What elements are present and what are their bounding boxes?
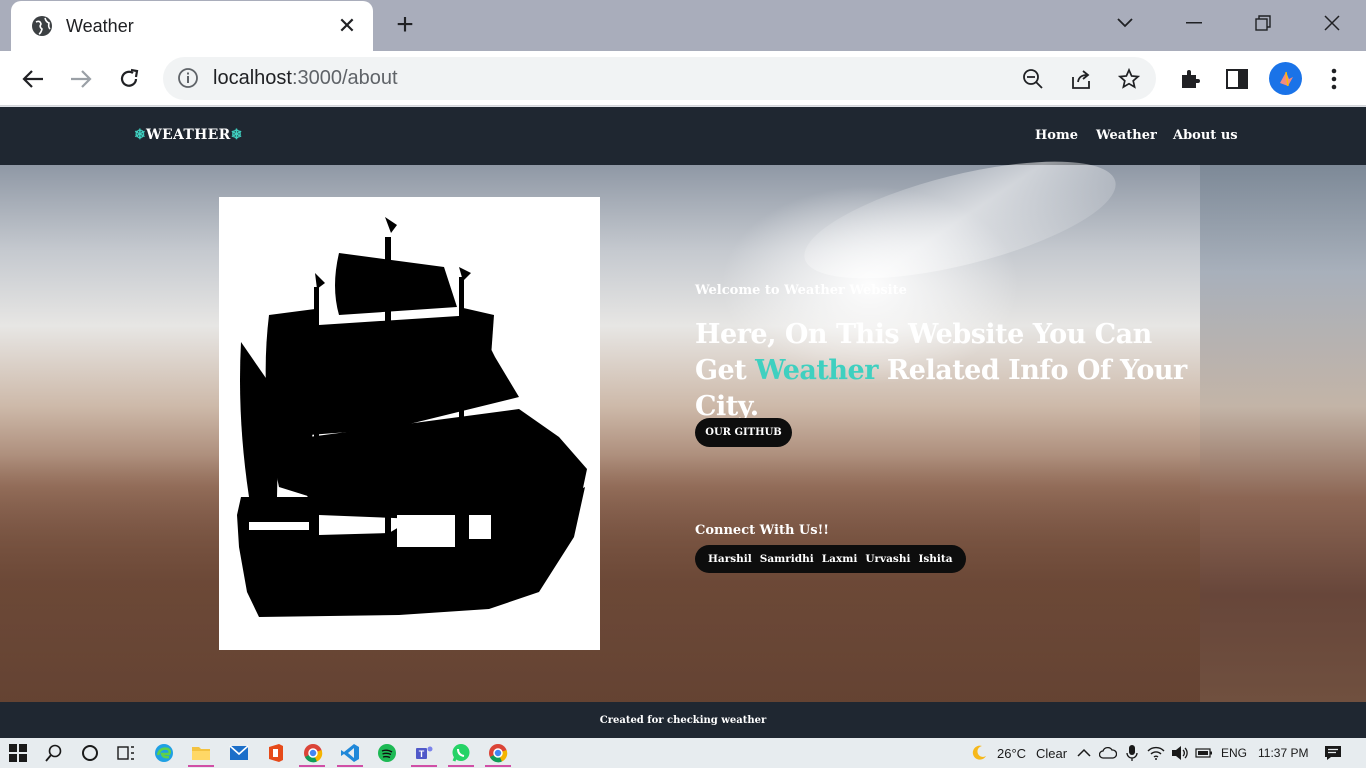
url-text: localhost:3000/about	[213, 67, 398, 90]
cortana-icon[interactable]	[79, 742, 101, 764]
member-link[interactable]: Laxmi	[822, 553, 858, 565]
notifications-icon[interactable]	[1322, 742, 1344, 764]
windows-start-icon[interactable]	[7, 742, 29, 764]
nav-home[interactable]: Home	[1035, 128, 1078, 143]
browser-toolbar: localhost:3000/about	[0, 51, 1366, 106]
minimize-icon[interactable]	[1174, 8, 1214, 38]
globe-icon	[31, 15, 53, 37]
clock-time[interactable]: 11:37 PM	[1258, 746, 1308, 760]
site-info-icon[interactable]	[177, 67, 199, 89]
spotify-icon[interactable]	[376, 742, 398, 764]
site-brand[interactable]: ❄WEATHER❄	[134, 127, 243, 143]
battery-icon[interactable]	[1193, 742, 1215, 764]
more-menu-icon[interactable]	[1318, 63, 1350, 95]
headline-accent: Weather	[755, 355, 878, 386]
restore-icon[interactable]	[1243, 8, 1283, 38]
active-app-indicator	[485, 765, 511, 767]
office-icon[interactable]	[265, 742, 287, 764]
snowflake-icon: ❄	[134, 127, 147, 143]
close-tab-icon[interactable]: ✕	[333, 12, 361, 40]
edge-icon[interactable]	[153, 742, 175, 764]
new-tab-button[interactable]: +	[390, 10, 420, 40]
member-link[interactable]: Harshil	[708, 553, 752, 565]
active-app-indicator	[411, 765, 437, 767]
svg-text:T: T	[419, 749, 425, 759]
profile-avatar[interactable]	[1269, 62, 1302, 95]
bookmark-star-icon[interactable]	[1115, 65, 1143, 93]
vscode-icon[interactable]	[339, 742, 361, 764]
chrome-icon[interactable]	[302, 742, 324, 764]
github-button[interactable]: OUR GITHUB	[695, 418, 792, 447]
url-host: localhost	[213, 67, 292, 89]
side-panel-icon[interactable]	[1221, 63, 1253, 95]
web-page: ❄WEATHER❄ Home Weather About us Welcome …	[0, 107, 1366, 738]
active-app-indicator	[299, 765, 325, 767]
tab-title: Weather	[66, 15, 134, 36]
browser-tab[interactable]: Weather ✕	[11, 1, 373, 51]
members-pill: Harshil Samridhi Laxmi Urvashi Ishita	[695, 545, 966, 573]
chevron-up-icon[interactable]	[1073, 742, 1095, 764]
brand-text: WEATHER	[146, 127, 231, 143]
tab-search-icon[interactable]	[1105, 8, 1145, 38]
windows-taskbar: T 26°C Clear ENG 11:37 PM	[0, 738, 1366, 768]
active-app-indicator	[188, 765, 214, 767]
extensions-icon[interactable]	[1174, 63, 1206, 95]
address-bar[interactable]: localhost:3000/about	[163, 57, 1156, 100]
nav-about-us[interactable]: About us	[1173, 128, 1238, 143]
browser-tab-strip: Weather ✕ +	[0, 0, 1366, 51]
task-view-icon[interactable]	[115, 742, 137, 764]
file-explorer-icon[interactable]	[190, 742, 212, 764]
close-window-icon[interactable]	[1312, 8, 1352, 38]
search-icon[interactable]	[43, 742, 65, 764]
ship-image	[219, 197, 600, 650]
forward-arrow-icon[interactable]	[65, 63, 97, 95]
site-navbar: ❄WEATHER❄ Home Weather About us	[0, 107, 1366, 165]
input-language[interactable]: ENG	[1221, 746, 1247, 760]
nav-weather[interactable]: Weather	[1096, 128, 1157, 143]
wifi-icon[interactable]	[1145, 742, 1167, 764]
active-app-indicator	[448, 765, 474, 767]
zoom-icon[interactable]	[1019, 65, 1047, 93]
moon-weather-icon[interactable]	[968, 742, 990, 764]
member-link[interactable]: Urvashi	[865, 553, 910, 565]
chrome-profile-icon[interactable]	[487, 742, 509, 764]
teams-icon[interactable]: T	[413, 742, 435, 764]
welcome-text: Welcome to Weather Website	[695, 283, 907, 298]
active-app-indicator	[337, 765, 363, 767]
reload-icon[interactable]	[113, 63, 145, 95]
onedrive-cloud-icon[interactable]	[1097, 742, 1119, 764]
footer-text: Created for checking weather	[599, 714, 767, 726]
microphone-icon[interactable]	[1121, 742, 1143, 764]
volume-icon[interactable]	[1169, 742, 1191, 764]
whatsapp-icon[interactable]	[450, 742, 472, 764]
weather-temperature[interactable]: 26°C	[997, 746, 1026, 761]
weather-condition[interactable]: Clear	[1036, 746, 1067, 761]
hero-section: Welcome to Weather Website Here, On This…	[0, 137, 1366, 702]
hero-headline: Here, On This Website You Can Get Weathe…	[695, 317, 1195, 425]
hero-background-repeat	[1200, 165, 1366, 702]
mail-icon[interactable]	[228, 742, 250, 764]
connect-heading: Connect With Us!!	[695, 523, 829, 538]
back-arrow-icon[interactable]	[17, 63, 49, 95]
site-footer: Created for checking weather	[0, 702, 1366, 738]
member-link[interactable]: Ishita	[918, 553, 952, 565]
member-link[interactable]: Samridhi	[760, 553, 814, 565]
url-path: :3000/about	[291, 67, 398, 89]
hero-background-dunes	[0, 455, 1200, 702]
share-icon[interactable]	[1067, 65, 1095, 93]
snowflake-icon: ❄	[230, 127, 243, 143]
